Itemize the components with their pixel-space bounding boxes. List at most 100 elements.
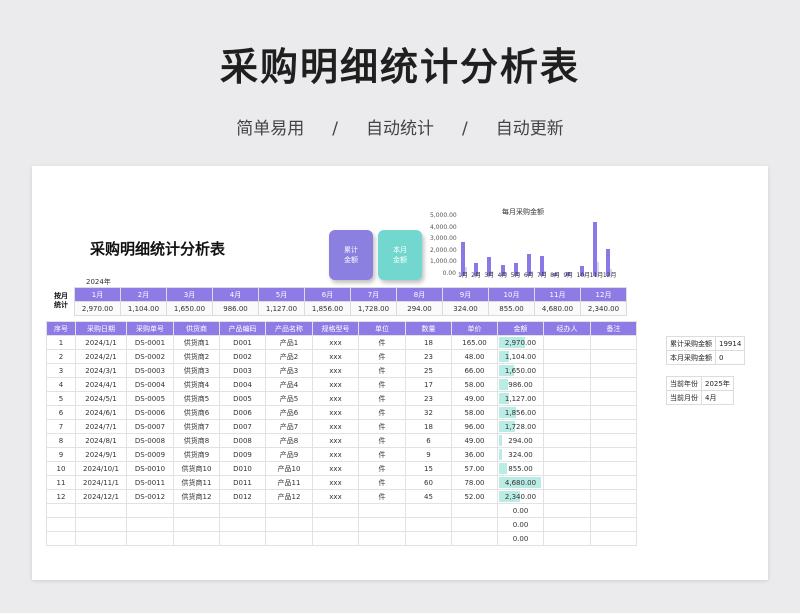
table-cell[interactable]: xxx (312, 335, 359, 350)
table-cell[interactable]: DS-0006 (126, 405, 174, 420)
table-cell[interactable]: xxx (312, 349, 359, 364)
column-header[interactable]: 金额 (497, 321, 544, 336)
table-cell[interactable] (312, 531, 359, 546)
amount-cell[interactable]: 2,970.00 (497, 335, 544, 350)
table-cell[interactable]: 供货商3 (173, 363, 220, 378)
table-cell[interactable] (219, 517, 266, 532)
table-cell[interactable] (219, 503, 266, 518)
amount-cell[interactable]: 1,856.00 (497, 405, 544, 420)
table-cell[interactable]: 15 (405, 461, 452, 476)
table-cell[interactable]: 件 (358, 419, 406, 434)
table-cell[interactable]: 件 (358, 461, 406, 476)
table-cell[interactable]: 产品12 (265, 489, 313, 504)
table-cell[interactable]: xxx (312, 405, 359, 420)
amount-cell[interactable]: 2,340.00 (497, 489, 544, 504)
column-header[interactable]: 单价 (451, 321, 498, 336)
table-cell[interactable] (451, 531, 498, 546)
table-cell[interactable] (543, 461, 591, 476)
table-cell[interactable]: 供货商5 (173, 391, 220, 406)
amount-cell[interactable]: 294.00 (497, 433, 544, 448)
table-cell[interactable]: DS-0004 (126, 377, 174, 392)
table-cell[interactable]: 件 (358, 349, 406, 364)
amount-cell[interactable]: 855.00 (497, 461, 544, 476)
table-cell[interactable]: 10 (46, 461, 76, 476)
table-cell[interactable]: 78.00 (451, 475, 498, 490)
table-cell[interactable]: 供货商12 (173, 489, 220, 504)
table-cell[interactable]: 2024/10/1 (75, 461, 127, 476)
column-header[interactable]: 采购日期 (75, 321, 127, 336)
table-cell[interactable]: 25 (405, 363, 452, 378)
column-header[interactable]: 供货商 (173, 321, 220, 336)
table-cell[interactable]: D012 (219, 489, 266, 504)
table-cell[interactable] (543, 503, 591, 518)
table-cell[interactable] (590, 461, 637, 476)
table-cell[interactable]: 36.00 (451, 447, 498, 462)
table-cell[interactable] (173, 531, 220, 546)
table-cell[interactable]: D009 (219, 447, 266, 462)
table-cell[interactable]: 产品11 (265, 475, 313, 490)
month-amount-card[interactable]: 本月 金额 (378, 230, 422, 280)
amount-cell[interactable]: 1,728.00 (497, 419, 544, 434)
table-cell[interactable] (590, 433, 637, 448)
table-cell[interactable]: 45 (405, 489, 452, 504)
table-cell[interactable] (75, 517, 127, 532)
column-header[interactable]: 备注 (590, 321, 637, 336)
side-value[interactable]: 2025年 (701, 376, 734, 391)
table-cell[interactable]: 32 (405, 405, 452, 420)
table-cell[interactable]: 2024/12/1 (75, 489, 127, 504)
table-cell[interactable] (590, 335, 637, 350)
table-cell[interactable]: 11 (46, 475, 76, 490)
table-cell[interactable]: 件 (358, 475, 406, 490)
table-cell[interactable] (451, 517, 498, 532)
total-amount-card[interactable]: 累计 金额 (329, 230, 373, 280)
table-cell[interactable]: 件 (358, 377, 406, 392)
table-cell[interactable]: D002 (219, 349, 266, 364)
table-cell[interactable] (543, 419, 591, 434)
column-header[interactable]: 序号 (46, 321, 76, 336)
table-cell[interactable] (543, 531, 591, 546)
table-cell[interactable]: 17 (405, 377, 452, 392)
table-cell[interactable] (543, 405, 591, 420)
table-cell[interactable]: 件 (358, 433, 406, 448)
table-cell[interactable] (75, 503, 127, 518)
table-cell[interactable]: DS-0011 (126, 475, 174, 490)
table-cell[interactable] (265, 517, 313, 532)
table-cell[interactable]: 供货商10 (173, 461, 220, 476)
bar-11[interactable] (592, 221, 597, 276)
table-cell[interactable]: D007 (219, 419, 266, 434)
table-cell[interactable]: D006 (219, 405, 266, 420)
table-cell[interactable]: DS-0010 (126, 461, 174, 476)
table-cell[interactable]: 12 (46, 489, 76, 504)
table-cell[interactable] (590, 419, 637, 434)
table-cell[interactable] (543, 489, 591, 504)
side-value[interactable]: 4月 (701, 390, 734, 405)
table-cell[interactable] (543, 433, 591, 448)
table-cell[interactable]: DS-0007 (126, 419, 174, 434)
table-cell[interactable] (75, 531, 127, 546)
table-cell[interactable] (590, 531, 637, 546)
table-cell[interactable]: 件 (358, 363, 406, 378)
table-cell[interactable] (590, 391, 637, 406)
table-cell[interactable]: D008 (219, 433, 266, 448)
amount-cell[interactable]: 0.00 (497, 503, 544, 518)
table-cell[interactable]: 供货商6 (173, 405, 220, 420)
table-cell[interactable] (590, 405, 637, 420)
side-value[interactable]: 0 (714, 350, 746, 365)
table-cell[interactable]: 58.00 (451, 377, 498, 392)
table-cell[interactable]: 产品4 (265, 377, 313, 392)
table-cell[interactable] (405, 517, 452, 532)
table-cell[interactable]: 7 (46, 419, 76, 434)
amount-cell[interactable]: 324.00 (497, 447, 544, 462)
table-cell[interactable]: xxx (312, 475, 359, 490)
table-cell[interactable] (590, 517, 637, 532)
table-cell[interactable] (543, 335, 591, 350)
table-cell[interactable]: DS-0001 (126, 335, 174, 350)
table-cell[interactable]: 18 (405, 335, 452, 350)
table-cell[interactable]: 2024/5/1 (75, 391, 127, 406)
table-cell[interactable]: 产品10 (265, 461, 313, 476)
table-cell[interactable]: 4 (46, 377, 76, 392)
table-cell[interactable] (590, 447, 637, 462)
table-cell[interactable]: D004 (219, 377, 266, 392)
table-cell[interactable]: 供货商7 (173, 419, 220, 434)
table-cell[interactable] (46, 531, 76, 546)
